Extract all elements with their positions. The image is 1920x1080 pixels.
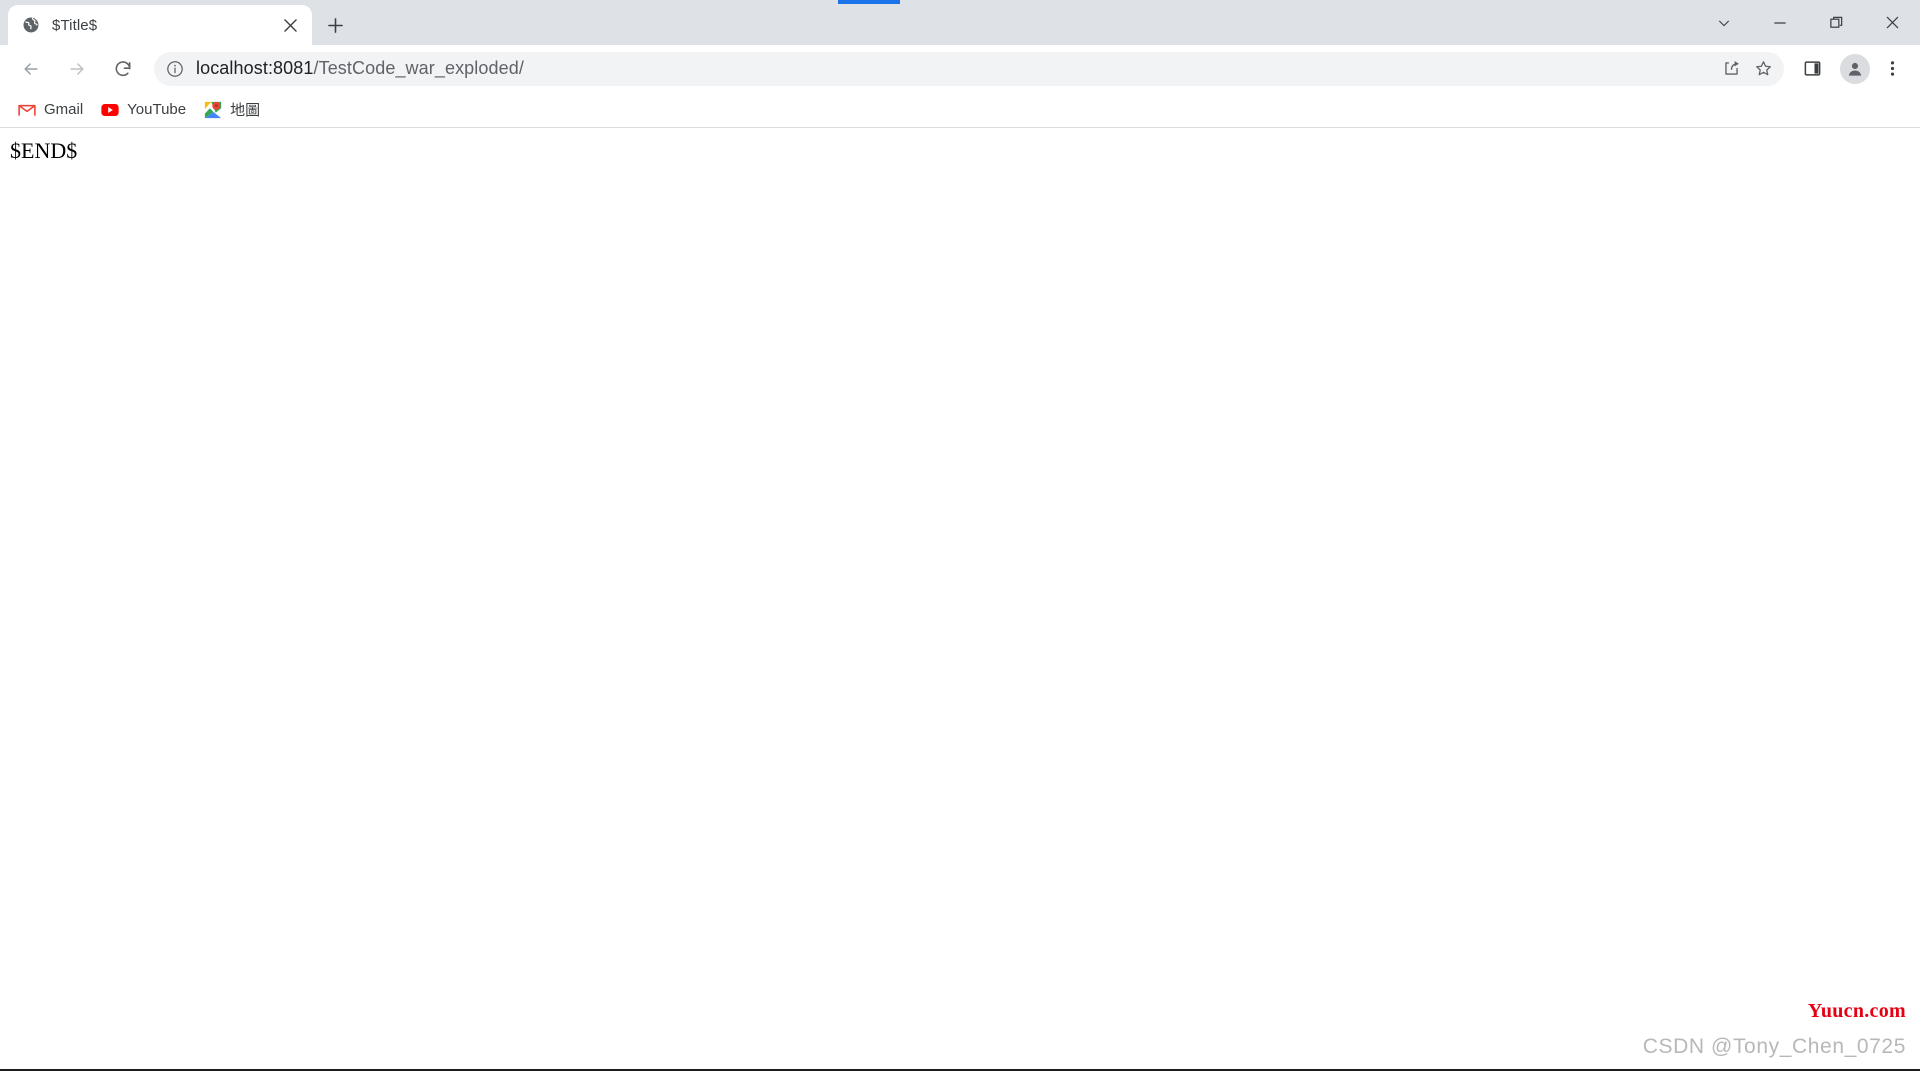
bottom-divider bbox=[0, 1069, 1920, 1071]
bookmark-label: YouTube bbox=[127, 101, 187, 118]
site-watermark: Yuucn.com bbox=[1807, 1000, 1906, 1022]
reload-button[interactable] bbox=[105, 51, 141, 87]
restore-icon[interactable] bbox=[1808, 0, 1864, 45]
avatar[interactable] bbox=[1840, 53, 1870, 84]
close-icon[interactable] bbox=[278, 13, 302, 37]
browser-window: $Title$ localhost:8081/TestCode_war_expl… bbox=[0, 0, 1920, 1080]
url-path: /TestCode_war_exploded/ bbox=[313, 58, 524, 78]
window-controls bbox=[1696, 0, 1920, 45]
url-host: localhost:8081 bbox=[196, 58, 314, 78]
bookmark-star-icon[interactable] bbox=[1748, 54, 1778, 84]
address-bar[interactable]: localhost:8081/TestCode_war_exploded/ bbox=[154, 51, 1784, 86]
side-panel-icon[interactable] bbox=[1794, 51, 1830, 87]
omnibox-actions bbox=[1714, 54, 1778, 84]
address-bar-text: localhost:8081/TestCode_war_exploded/ bbox=[196, 58, 1714, 79]
share-icon[interactable] bbox=[1716, 54, 1746, 84]
chrome-menu-icon[interactable] bbox=[1874, 51, 1910, 87]
credit-watermark: CSDN @Tony_Chen_0725 bbox=[1642, 1035, 1906, 1058]
forward-button[interactable] bbox=[59, 51, 95, 87]
google-maps-icon bbox=[204, 101, 222, 119]
page-body-text: $END$ bbox=[10, 138, 78, 163]
bookmark-label: Gmail bbox=[44, 101, 84, 118]
tab-strip: $Title$ bbox=[0, 0, 1920, 45]
bookmarks-bar: Gmail YouTube 地圖 bbox=[0, 92, 1920, 128]
page-viewport: $END$ Yuucn.com CSDN @Tony_Chen_0725 bbox=[0, 128, 1920, 1079]
loading-progress-indicator bbox=[838, 0, 900, 4]
minimize-icon[interactable] bbox=[1752, 0, 1808, 45]
bookmark-label: 地圖 bbox=[230, 102, 261, 119]
youtube-icon bbox=[101, 101, 119, 119]
close-icon[interactable] bbox=[1864, 0, 1920, 45]
bookmark-item-youtube[interactable]: YouTube bbox=[93, 96, 194, 124]
new-tab-button[interactable] bbox=[318, 8, 352, 42]
chevron-down-icon[interactable] bbox=[1696, 0, 1752, 45]
gmail-icon bbox=[18, 101, 36, 119]
bookmark-item-maps[interactable]: 地圖 bbox=[196, 96, 268, 124]
browser-tab[interactable]: $Title$ bbox=[8, 5, 312, 45]
globe-icon bbox=[22, 16, 40, 34]
info-circle-icon[interactable] bbox=[164, 58, 186, 80]
back-button[interactable] bbox=[13, 51, 49, 87]
bookmark-item-gmail[interactable]: Gmail bbox=[10, 96, 91, 124]
tab-title: $Title$ bbox=[52, 16, 98, 34]
browser-toolbar: localhost:8081/TestCode_war_exploded/ bbox=[0, 45, 1920, 92]
